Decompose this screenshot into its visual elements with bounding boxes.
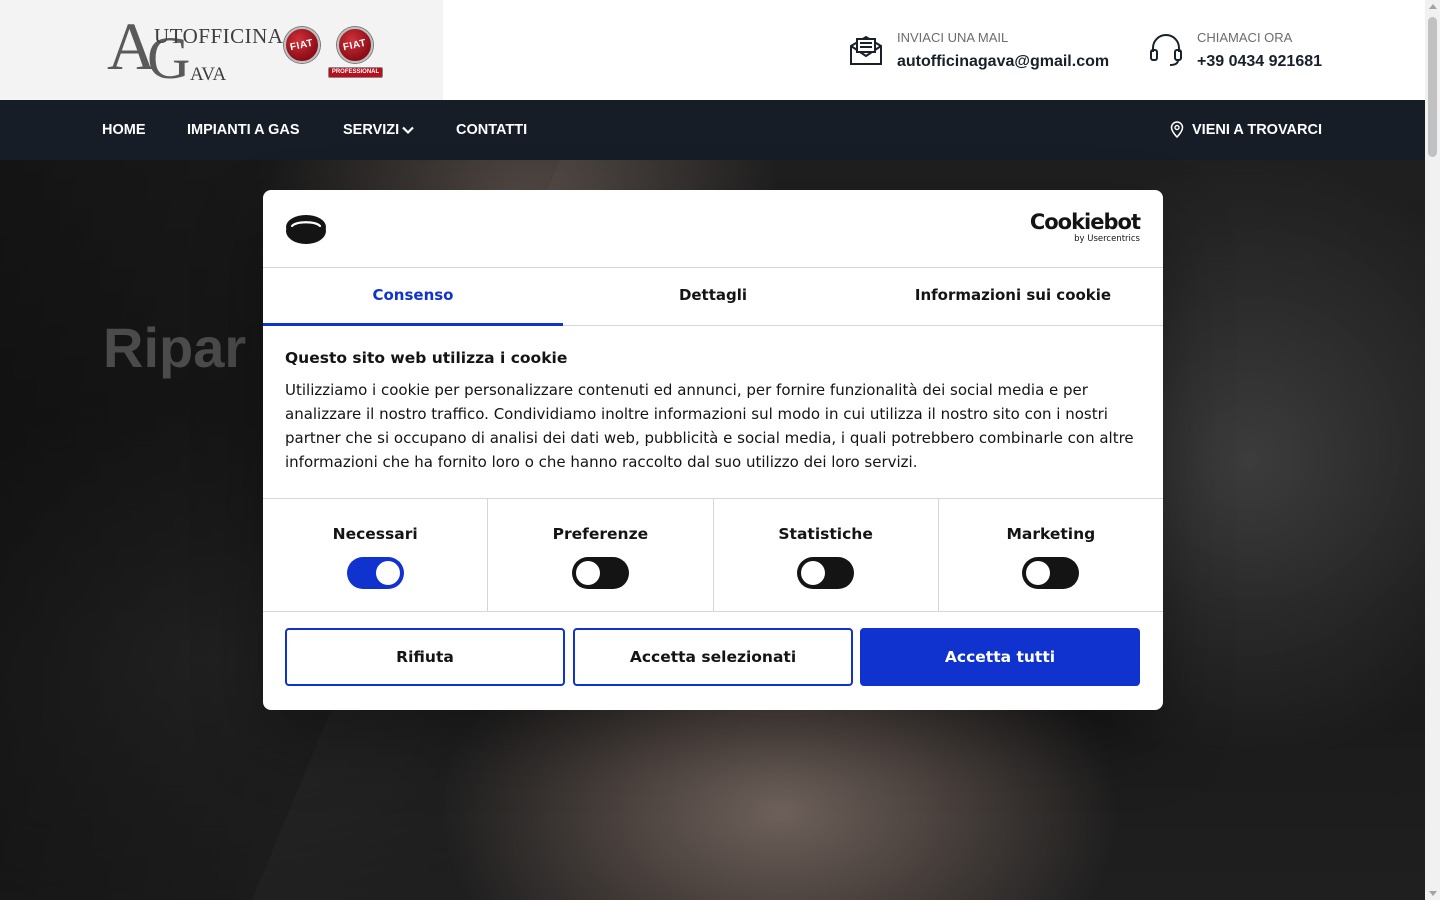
tab-consenso[interactable]: Consenso — [263, 268, 563, 326]
header-bar: A G UTOFFICINA AVA FIAT FIAT PROFESSIONA… — [0, 0, 1425, 100]
main-nav: HOME IMPIANTI A GAS SERVIZI CONTATTI VIE… — [0, 100, 1425, 160]
cookie-logo-icon — [286, 215, 326, 244]
toggle-group-preferenze: Preferenze — [487, 499, 712, 611]
cookie-consent-dialog: Cookiebot by Usercentrics Consenso Detta… — [263, 190, 1163, 710]
toggle-group-statistiche: Statistiche — [712, 499, 938, 611]
toggle-label-statistiche: Statistiche — [778, 525, 873, 543]
site-logo[interactable]: A G UTOFFICINA AVA — [107, 12, 283, 88]
toggle-group-necessari: Necessari — [263, 499, 487, 611]
mail-label: INVIACI UNA MAIL — [897, 30, 1009, 45]
dialog-header: Cookiebot by Usercentrics — [263, 190, 1163, 268]
tab-dettagli[interactable]: Dettagli — [563, 268, 863, 325]
dialog-body: Questo sito web utilizza i cookie Utiliz… — [285, 349, 1145, 474]
cookiebot-brand-name: Cookiebot — [1029, 210, 1141, 234]
toggle-preferenze[interactable] — [571, 557, 629, 589]
phone-number[interactable]: +39 0434 921681 — [1197, 53, 1322, 71]
toggle-label-necessari: Necessari — [332, 525, 418, 543]
logo-text-line1: UTOFFICINA — [154, 24, 284, 48]
toggle-necessari[interactable] — [346, 557, 404, 589]
dialog-description: Utilizziamo i cookie per personalizzare … — [285, 381, 1134, 471]
toggle-statistiche[interactable] — [797, 557, 855, 589]
nav-item-servizi-label: SERVIZI — [343, 122, 400, 138]
nav-item-impianti-gas[interactable]: IMPIANTI A GAS — [187, 122, 300, 138]
fiat-professional-label: PROFESSIONAL — [328, 67, 383, 78]
page-scrollbar[interactable] — [1425, 0, 1440, 900]
chevron-down-icon — [402, 126, 414, 134]
dialog-tabs: Consenso Dettagli Informazioni sui cooki… — [263, 268, 1163, 326]
dialog-title: Questo sito web utilizza i cookie — [285, 349, 568, 367]
toggle-label-preferenze: Preferenze — [552, 525, 649, 543]
nav-item-servizi[interactable]: SERVIZI — [343, 122, 414, 138]
cookiebot-brand[interactable]: Cookiebot by Usercentrics — [1029, 210, 1141, 245]
fiat-logo: FIAT — [284, 27, 320, 63]
scroll-thumb[interactable] — [1428, 17, 1437, 157]
hero-title: Ripar — [103, 316, 247, 379]
scroll-up-arrow-icon[interactable] — [1429, 4, 1437, 9]
reject-button[interactable]: Rifiuta — [285, 628, 565, 686]
toggle-group-marketing: Marketing — [937, 499, 1163, 611]
mail-icon — [850, 35, 882, 65]
nav-item-contatti[interactable]: CONTATTI — [456, 122, 527, 138]
nav-visit-label: VIENI A TROVARCI — [1192, 121, 1322, 138]
accept-selected-button[interactable]: Accetta selezionati — [573, 628, 853, 686]
accept-all-button[interactable]: Accetta tutti — [860, 628, 1140, 686]
headset-icon — [1150, 34, 1182, 66]
mail-address[interactable]: autofficinagava@gmail.com — [897, 53, 1109, 71]
phone-label: CHIAMACI ORA — [1197, 30, 1293, 45]
nav-item-home[interactable]: HOME — [102, 122, 146, 138]
fiat-professional-logo: FIAT — [337, 27, 373, 63]
map-pin-icon — [1170, 121, 1184, 138]
logo-text-line2: AVA — [190, 64, 227, 85]
nav-visit-link[interactable]: VIENI A TROVARCI — [1170, 121, 1322, 138]
toggle-label-marketing: Marketing — [1006, 525, 1096, 543]
scroll-down-arrow-icon[interactable] — [1429, 891, 1437, 896]
logo-area: A G UTOFFICINA AVA FIAT FIAT PROFESSIONA… — [0, 0, 443, 100]
toggle-marketing[interactable] — [1022, 557, 1080, 589]
consent-toggles: Necessari Preferenze Statistiche Marketi… — [263, 498, 1163, 612]
cookiebot-brand-sub: by Usercentrics — [1074, 234, 1140, 244]
tab-informazioni-cookie[interactable]: Informazioni sui cookie — [863, 268, 1163, 325]
